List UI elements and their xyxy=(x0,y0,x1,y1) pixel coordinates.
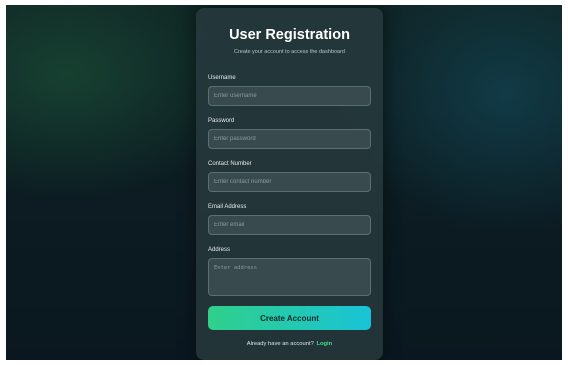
email-label: Email Address xyxy=(208,204,247,210)
form-title: User Registration xyxy=(229,27,350,43)
address-textarea[interactable] xyxy=(208,258,371,296)
password-label: Password xyxy=(208,118,235,124)
username-group: Username xyxy=(208,74,371,106)
password-input[interactable] xyxy=(208,129,371,149)
login-prompt: Already have an account? Login xyxy=(196,340,383,348)
username-label: Username xyxy=(208,75,236,81)
email-input[interactable] xyxy=(208,215,371,235)
login-prompt-text: Already have an account? xyxy=(246,341,314,347)
form-subtitle: Create your account to access the dashbo… xyxy=(234,49,345,55)
password-group: Password xyxy=(208,117,371,149)
page-background: User Registration Create your account to… xyxy=(6,5,562,360)
contact-number-input[interactable] xyxy=(208,172,371,192)
contact-number-group: Contact Number xyxy=(208,160,371,192)
email-group: Email Address xyxy=(208,203,371,235)
address-label: Address xyxy=(208,247,231,253)
login-link[interactable]: Login xyxy=(316,341,332,347)
registration-card: User Registration Create your account to… xyxy=(196,8,383,360)
create-account-button[interactable]: Create Account xyxy=(208,306,371,330)
address-group: Address xyxy=(208,246,371,296)
username-input[interactable] xyxy=(208,86,371,106)
contact-number-label: Contact Number xyxy=(208,161,252,167)
